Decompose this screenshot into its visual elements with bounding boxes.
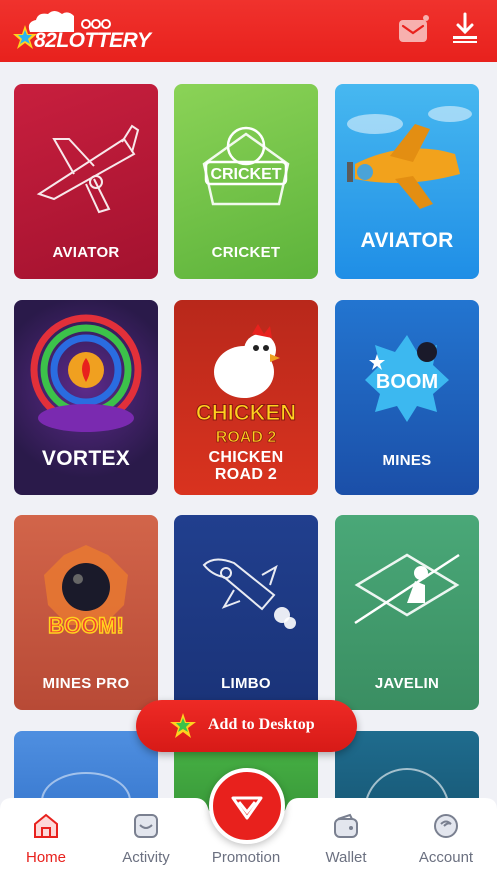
game-card-mines-pro[interactable]: BOOM! MINES PRO bbox=[14, 515, 158, 710]
tab-label: Activity bbox=[122, 849, 170, 866]
game-label: MINES bbox=[382, 452, 432, 469]
bomb-icon: BOOM! bbox=[44, 545, 128, 639]
game-label: LIMBO bbox=[221, 675, 271, 692]
download-icon bbox=[453, 12, 477, 43]
svg-text:BOOM!: BOOM! bbox=[48, 613, 124, 638]
game-label: CHICKEN ROAD 2 bbox=[208, 449, 284, 483]
wallet-icon bbox=[334, 813, 358, 838]
svg-text:CRICKET: CRICKET bbox=[210, 166, 281, 183]
javelin-icon bbox=[354, 553, 460, 625]
game-label: MINES PRO bbox=[42, 675, 130, 692]
tab-promotion[interactable]: Promotion bbox=[201, 808, 291, 868]
star-icon bbox=[170, 713, 196, 738]
mail-button[interactable] bbox=[398, 15, 430, 43]
game-label: JAVELIN bbox=[374, 675, 440, 692]
brand-logo[interactable]: 82LOTTERY bbox=[12, 10, 151, 54]
svg-text:CHICKEN: CHICKEN bbox=[196, 400, 296, 425]
vortex-wheel-icon bbox=[30, 314, 142, 432]
activity-icon bbox=[134, 814, 158, 838]
game-card-cricket[interactable]: CRICKET CRICKET bbox=[174, 84, 318, 279]
rocket-icon bbox=[202, 558, 296, 629]
game-card-chicken-road-2[interactable]: CHICKEN ROAD 2 CHICKEN ROAD 2 bbox=[174, 300, 318, 495]
game-card-limbo[interactable]: LIMBO bbox=[174, 515, 318, 710]
game-card-vortex[interactable]: VORTEX bbox=[14, 300, 158, 495]
plane-icon bbox=[36, 124, 140, 214]
mail-icon bbox=[399, 15, 429, 42]
home-icon bbox=[34, 813, 58, 838]
boom-icon: BOOM bbox=[365, 335, 449, 422]
game-label: AVIATOR bbox=[52, 244, 120, 261]
tab-account[interactable]: Account bbox=[401, 808, 491, 868]
game-label: AVIATOR bbox=[360, 229, 454, 252]
game-label: CRICKET bbox=[211, 244, 281, 261]
svg-text:BOOM: BOOM bbox=[376, 371, 438, 393]
tab-wallet[interactable]: Wallet bbox=[301, 808, 391, 868]
game-card-mines[interactable]: BOOM MINES bbox=[335, 300, 479, 495]
tab-activity[interactable]: Activity bbox=[101, 808, 191, 868]
game-card-javelin[interactable]: JAVELIN bbox=[335, 515, 479, 710]
tab-label: Account bbox=[418, 849, 474, 866]
tab-home[interactable]: Home bbox=[1, 808, 91, 868]
tab-label: Wallet bbox=[325, 849, 367, 866]
add-to-desktop-button[interactable]: Add to Desktop bbox=[136, 700, 357, 752]
game-card-aviator-2[interactable]: AVIATOR bbox=[335, 84, 479, 279]
download-button[interactable] bbox=[451, 12, 479, 44]
add-to-desktop-label: Add to Desktop bbox=[208, 716, 315, 733]
plane-icon bbox=[347, 106, 472, 209]
tab-label: Home bbox=[25, 849, 66, 866]
bottom-tabbar: Home Activity Promotion Wallet Account bbox=[0, 798, 497, 873]
tab-label: Promotion bbox=[211, 849, 281, 866]
app-header: 82LOTTERY bbox=[0, 0, 497, 62]
svg-text:ROAD 2: ROAD 2 bbox=[216, 429, 277, 446]
logo-text: 82LOTTERY bbox=[34, 29, 151, 52]
game-label: VORTEX bbox=[41, 447, 131, 470]
account-icon bbox=[434, 814, 458, 838]
chicken-icon: CHICKEN ROAD 2 bbox=[195, 324, 297, 446]
game-card-aviator[interactable]: AVIATOR bbox=[14, 84, 158, 279]
cricket-ball-icon: CRICKET bbox=[202, 126, 290, 206]
